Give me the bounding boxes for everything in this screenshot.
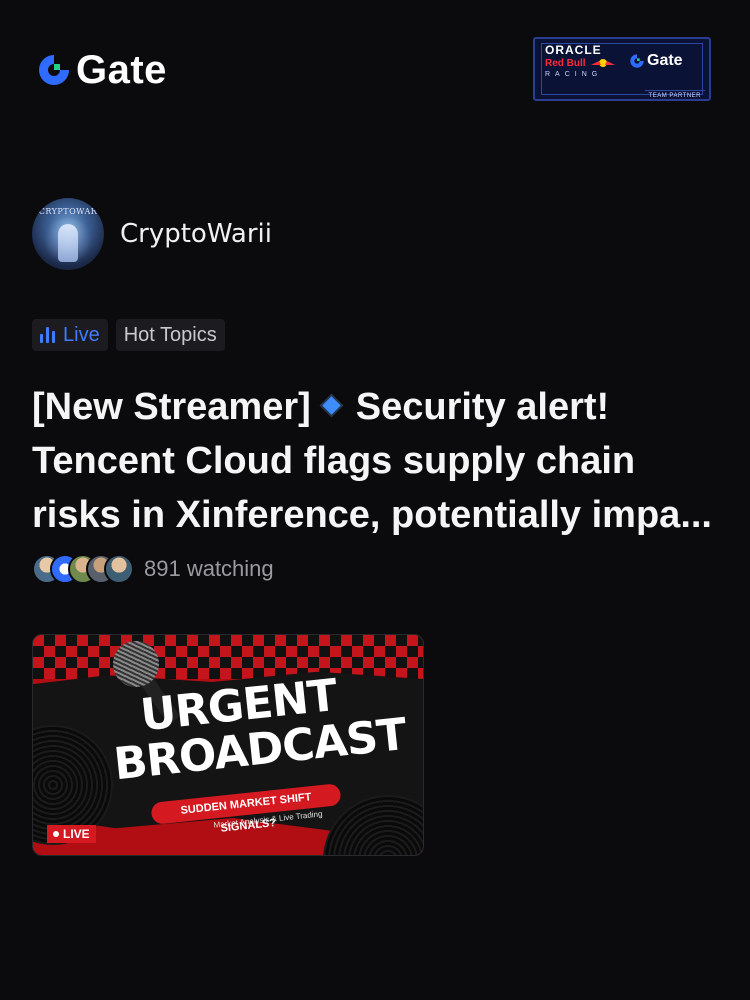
hot-topics-label: Hot Topics: [123, 323, 217, 346]
watching-count: 891 watching: [144, 556, 274, 581]
logo-text: Gate: [76, 48, 167, 92]
team-partner-badge: ORACLE Red Bull RACING Gate TEAM PARTNER: [533, 37, 711, 101]
avatar-figure: [58, 224, 78, 262]
live-badge-label: LIVE: [63, 827, 90, 841]
blue-diamond-icon: [322, 396, 341, 416]
stream-thumbnail[interactable]: URGENT BROADCAST SUDDEN MARKET SHIFT SIG…: [32, 634, 424, 856]
viewer-avatars: [32, 554, 134, 584]
oracle-label: ORACLE: [545, 43, 602, 57]
title-prefix: [New Streamer]: [32, 386, 311, 428]
live-tag[interactable]: Live: [32, 319, 108, 351]
live-dot-icon: [53, 831, 59, 837]
bull-icon: [591, 59, 615, 67]
gate-logo[interactable]: Gate: [36, 50, 167, 90]
viewer-avatar: [104, 554, 134, 584]
streamer-info[interactable]: CRYPTOWAR CryptoWarii: [32, 198, 272, 270]
avatar[interactable]: CRYPTOWAR: [32, 198, 104, 270]
live-tag-label: Live: [63, 323, 100, 346]
post-title[interactable]: [New Streamer] Security alert! Tencent Cl…: [32, 380, 722, 542]
partner-gate-logo: Gate: [629, 52, 683, 70]
live-badge: LIVE: [47, 825, 96, 843]
header: Gate ORACLE Red Bull RACING Gate TEAM PA…: [0, 0, 750, 140]
viewer-count: 891 watching: [32, 554, 274, 584]
racing-label: RACING: [545, 71, 603, 78]
streamer-name[interactable]: CryptoWarii: [120, 219, 272, 249]
team-partner-label: TEAM PARTNER: [644, 90, 705, 99]
gate-small-icon: [630, 54, 644, 68]
partner-gate-text: Gate: [647, 52, 683, 69]
hot-topics-tag[interactable]: Hot Topics: [115, 319, 225, 351]
avatar-text: CRYPTOWAR: [38, 207, 98, 216]
live-bars-icon: [40, 327, 55, 343]
redbull-label: Red Bull: [545, 58, 586, 69]
tag-row: Live Hot Topics: [32, 319, 225, 351]
gate-logo-icon: [39, 55, 69, 85]
